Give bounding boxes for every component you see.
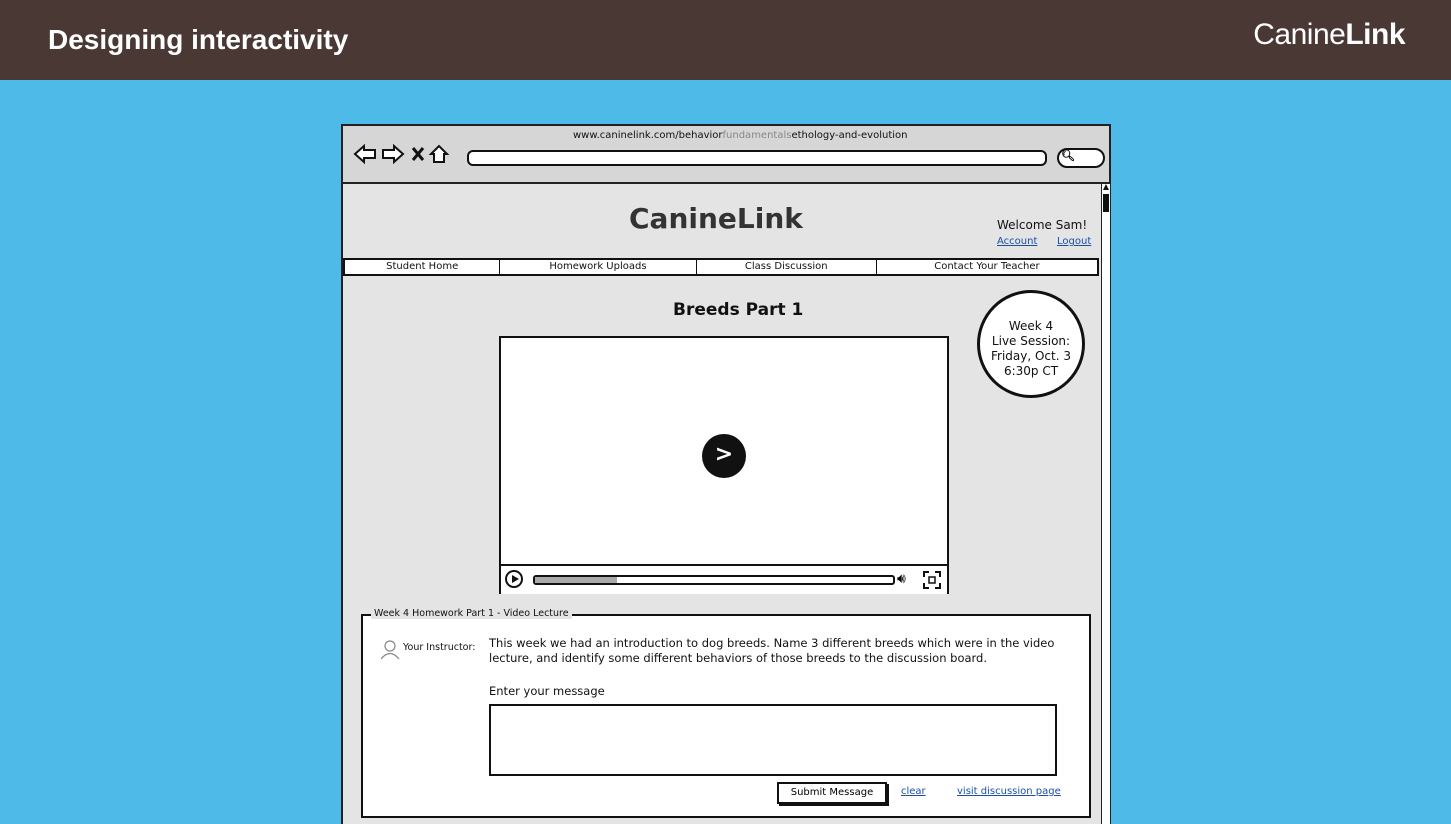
slide-title: Designing interactivity — [48, 24, 349, 55]
message-label: Enter your message — [489, 684, 605, 698]
fullscreen-icon[interactable] — [923, 571, 941, 593]
video-title: Breeds Part 1 — [673, 300, 804, 320]
volume-icon[interactable]: 🔊︎ — [897, 571, 906, 587]
instructor-label: Your Instructor: — [403, 642, 476, 653]
url-suffix: ethology-and-evolution — [791, 130, 908, 141]
slide-header: Designing interactivity CanineLink — [0, 0, 1451, 80]
play-icon[interactable] — [505, 570, 523, 588]
welcome-text: Welcome Sam! — [997, 218, 1088, 232]
search-field[interactable]: 🔍︎ — [1057, 148, 1105, 168]
browser-chrome: www.caninelink.com/behaviorfundamentalse… — [343, 126, 1109, 184]
forward-icon[interactable] — [382, 143, 405, 165]
site-logo[interactable]: CanineLink — [629, 202, 803, 235]
stop-icon[interactable] — [411, 147, 425, 161]
page-scrollbar[interactable] — [1101, 184, 1110, 824]
tab-homework-uploads[interactable]: Homework Uploads — [500, 260, 697, 274]
video-controls: 🔊︎ — [501, 564, 947, 594]
account-link[interactable]: Account — [997, 236, 1037, 247]
scroll-thumb[interactable] — [1103, 194, 1109, 212]
live-time: 6:30p CT — [1003, 364, 1059, 378]
scroll-up-icon[interactable] — [1103, 184, 1109, 190]
brand-suffix: Link — [1345, 18, 1405, 51]
tab-contact-teacher[interactable]: Contact Your Teacher — [877, 260, 1097, 274]
tab-class-discussion[interactable]: Class Discussion — [697, 260, 877, 274]
back-icon[interactable] — [353, 143, 376, 165]
search-icon: 🔍︎ — [1061, 149, 1075, 162]
address-bar[interactable] — [467, 150, 1047, 166]
browser-nav — [353, 142, 461, 170]
play-button[interactable]: > — [702, 434, 746, 478]
url-prefix: www.caninelink.com/behavior — [573, 130, 723, 141]
message-input[interactable] — [489, 704, 1057, 776]
live-week: Week 4 — [1008, 319, 1054, 333]
browser-window: www.caninelink.com/behaviorfundamentalse… — [341, 124, 1111, 824]
live-session-badge: Week 4 Live Session: Friday, Oct. 3 6:30… — [977, 290, 1085, 398]
submit-message-button[interactable]: Submit Message — [777, 782, 887, 804]
brand-prefix: Canine — [1253, 18, 1346, 51]
site-nav-tabs: Student Home Homework Uploads Class Disc… — [343, 258, 1099, 276]
live-label: Live Session: — [991, 334, 1071, 348]
video-player[interactable]: > 🔊︎ — [499, 336, 949, 594]
clear-link[interactable]: clear — [901, 786, 926, 797]
video-progress-bar[interactable] — [533, 575, 895, 585]
logout-link[interactable]: Logout — [1057, 236, 1091, 247]
web-page: CanineLink Welcome Sam! Account Logout S… — [343, 184, 1101, 824]
home-icon[interactable] — [428, 144, 450, 163]
video-progress-fill — [535, 577, 618, 583]
url-middle: fundamentals — [722, 130, 792, 141]
homework-prompt: This week we had an introduction to dog … — [489, 636, 1055, 665]
brand-logo: CanineLink — [1253, 18, 1405, 52]
tab-student-home[interactable]: Student Home — [345, 260, 501, 274]
live-date: Friday, Oct. 3 — [990, 349, 1071, 363]
discussion-page-link[interactable]: visit discussion page — [957, 786, 1061, 797]
url-text: www.caninelink.com/behaviorfundamentalse… — [573, 130, 907, 141]
instructor-avatar-icon — [379, 638, 401, 663]
homework-panel: Week 4 Homework Part 1 - Video Lecture Y… — [361, 608, 1091, 818]
homework-legend: Week 4 Homework Part 1 - Video Lecture — [371, 608, 572, 619]
